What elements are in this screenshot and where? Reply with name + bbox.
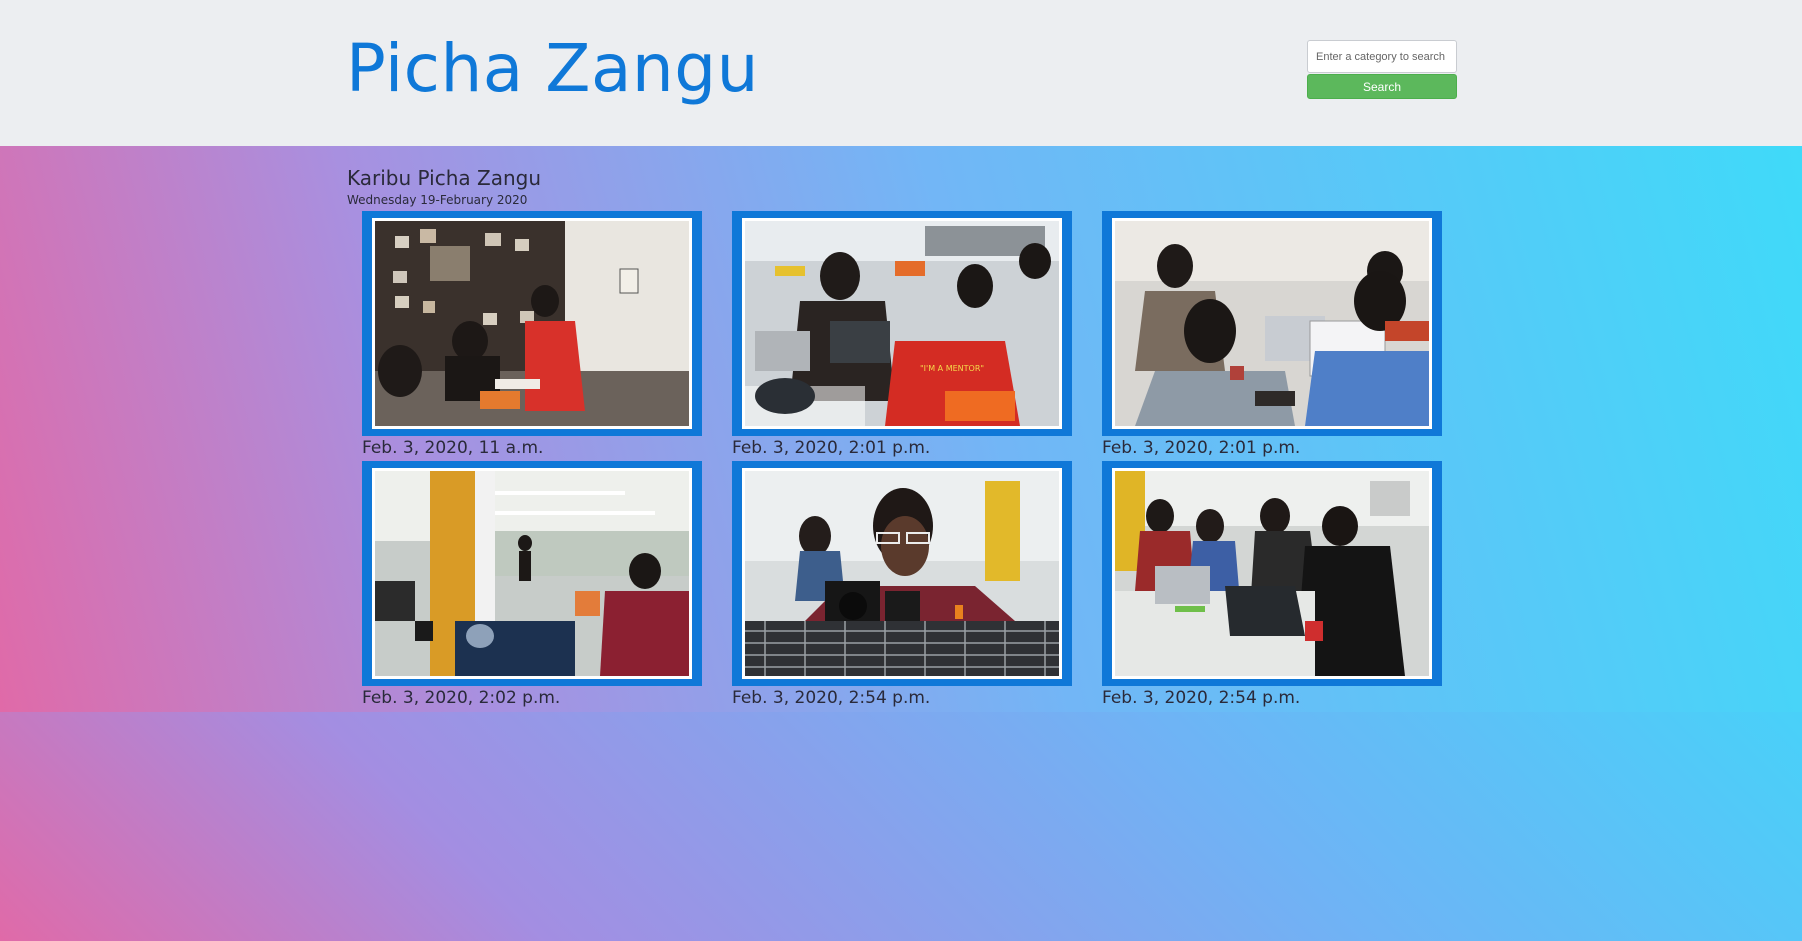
current-date: Wednesday 19-February 2020 [347,193,528,207]
navbar: Picha Zangu Search [0,0,1802,146]
svg-text:"I'M A MENTOR": "I'M A MENTOR" [920,364,984,373]
photo-frame [1102,211,1442,436]
search-form: Search [1307,40,1457,99]
photo-card[interactable]: "I'M A MENTOR" Feb. 3, 2020, 2:01 p.m. [732,211,1072,458]
photo-image[interactable] [742,468,1062,679]
photo-frame [362,461,702,686]
photo-caption: Feb. 3, 2020, 2:01 p.m. [1102,438,1301,458]
photo-image[interactable] [372,468,692,679]
photo-caption: Feb. 3, 2020, 2:02 p.m. [362,688,561,708]
photo-image[interactable] [372,218,692,429]
brand-title[interactable]: Picha Zangu [346,30,759,108]
photo-frame: "I'M A MENTOR" [732,211,1072,436]
main-content: Karibu Picha Zangu Wednesday 19-February… [0,146,1802,712]
search-input[interactable] [1307,40,1457,73]
photo-caption: Feb. 3, 2020, 2:01 p.m. [732,438,931,458]
photo-card[interactable]: Feb. 3, 2020, 11 a.m. [362,211,702,458]
photo-caption: Feb. 3, 2020, 11 a.m. [362,438,544,458]
photo-card[interactable]: Feb. 3, 2020, 2:54 p.m. [732,461,1072,708]
welcome-heading: Karibu Picha Zangu [347,166,541,190]
photo-caption: Feb. 3, 2020, 2:54 p.m. [1102,688,1301,708]
photo-image[interactable]: "I'M A MENTOR" [742,218,1062,429]
photo-card[interactable]: Feb. 3, 2020, 2:01 p.m. [1102,211,1442,458]
search-button[interactable]: Search [1307,74,1457,99]
photo-card[interactable]: Feb. 3, 2020, 2:02 p.m. [362,461,702,708]
photo-image[interactable] [1112,218,1432,429]
photo-frame [732,461,1072,686]
photo-card[interactable]: Feb. 3, 2020, 2:54 p.m. [1102,461,1442,708]
photo-caption: Feb. 3, 2020, 2:54 p.m. [732,688,931,708]
photo-frame [362,211,702,436]
photo-image[interactable] [1112,468,1432,679]
photo-frame [1102,461,1442,686]
